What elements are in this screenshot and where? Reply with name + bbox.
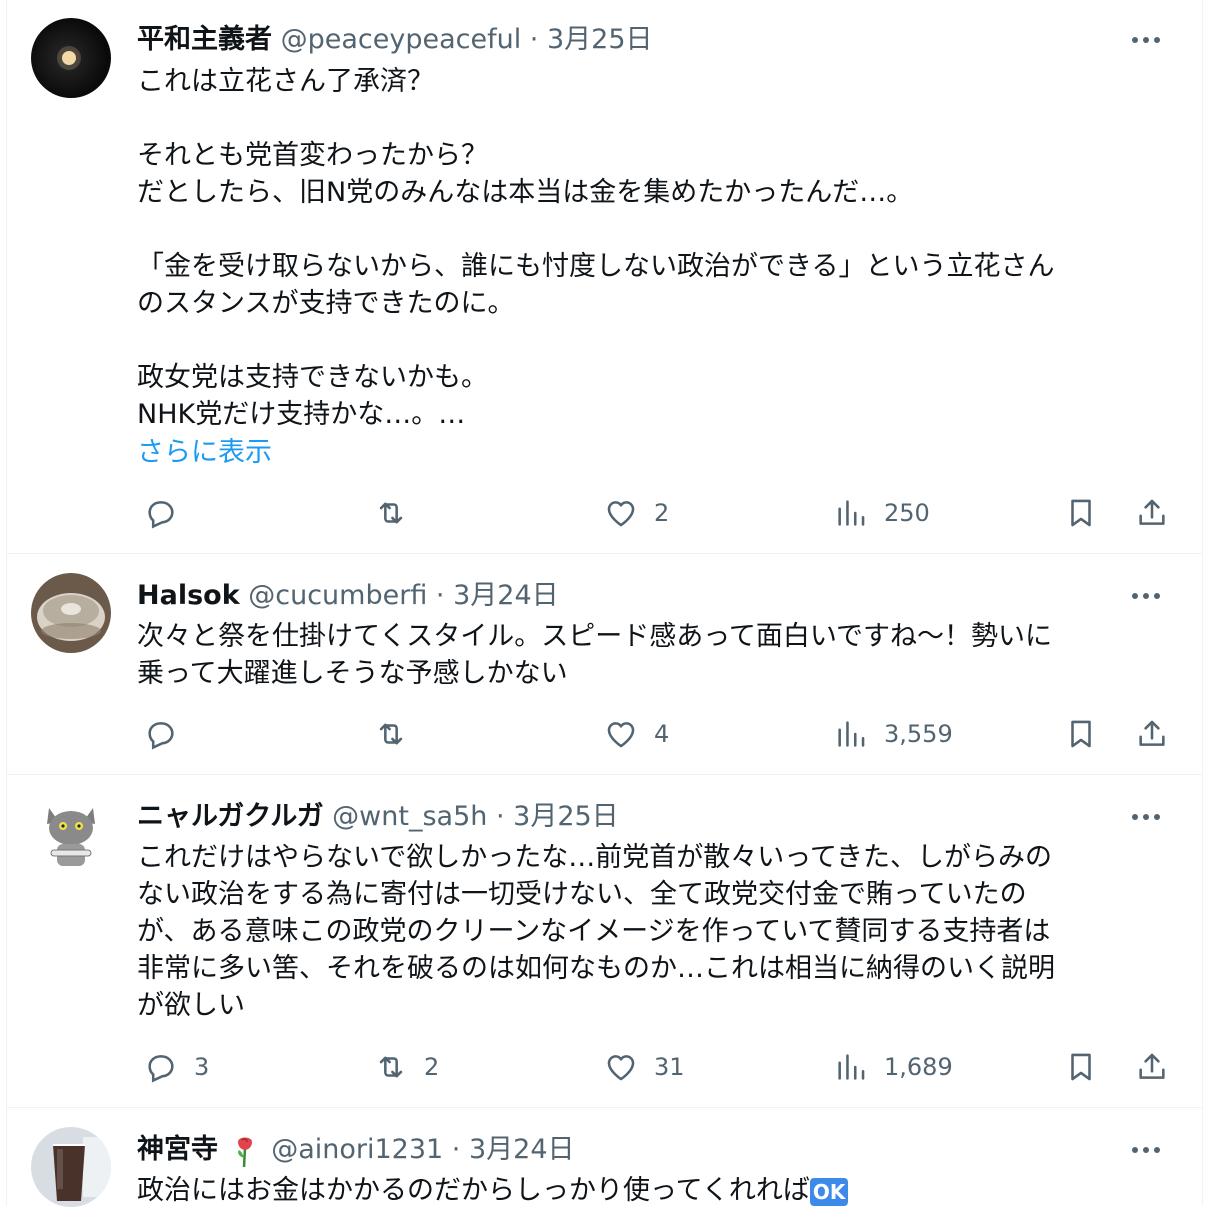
like-icon: [607, 722, 635, 748]
tweet-divider: [7, 1107, 1202, 1108]
reply-button[interactable]: [144, 493, 194, 533]
bookmark-icon: [1071, 499, 1091, 527]
bookmark-icon: [1071, 720, 1091, 748]
views-count: 3,559: [884, 720, 953, 748]
show-more-link[interactable]: さらに表示: [137, 434, 1172, 471]
tweet-date[interactable]: 3月24日: [453, 580, 559, 611]
timeline-border-right: [1202, 0, 1203, 1206]
more-icon[interactable]: [1128, 25, 1164, 55]
action-bar: 4 3,559: [137, 714, 1172, 754]
tweet-text: これだけはやらないで欲しかったな…前党首が散々いってきた、しがらみの ない政治を…: [137, 842, 1055, 1021]
user-handle[interactable]: @cucumberfi: [248, 580, 427, 611]
like-icon: [607, 1055, 635, 1081]
ok-emoji: OK: [809, 1177, 849, 1206]
reply-icon: [148, 501, 174, 529]
avatar-gray-cat: [31, 794, 111, 874]
tweet-date[interactable]: 3月25日: [547, 24, 653, 55]
tweet-header: 平和主義者 @peaceypeaceful · 3月25日: [137, 20, 653, 60]
avatar[interactable]: [31, 573, 111, 653]
bookmark-button[interactable]: [1064, 1047, 1098, 1087]
avatar[interactable]: [31, 18, 111, 98]
avatar-tea-bowl: [31, 573, 111, 653]
like-button[interactable]: 4: [604, 714, 669, 754]
views-icon: [838, 1054, 865, 1080]
reply-button[interactable]: [144, 714, 194, 754]
tweet-divider: [7, 774, 1202, 775]
share-icon: [1139, 720, 1165, 746]
retweet-count: 2: [424, 1053, 440, 1081]
user-handle[interactable]: @peaceypeaceful: [281, 24, 522, 55]
more-icon[interactable]: [1128, 1135, 1164, 1165]
tweet-text-container: 政治にはお金はかかるのだからしっかり使ってくれれば OK: [137, 1172, 1172, 1209]
retweet-button[interactable]: 2: [374, 1047, 439, 1087]
tweet-divider: [7, 553, 1202, 554]
action-bar: 3 2 31 1,689: [137, 1047, 1172, 1087]
like-button[interactable]: 31: [604, 1047, 685, 1087]
like-count: 2: [654, 499, 670, 527]
tweet-date[interactable]: 3月24日: [469, 1134, 575, 1165]
rose-emoji: [237, 1137, 252, 1167]
separator-dot: ·: [529, 24, 539, 55]
share-icon: [1139, 499, 1165, 525]
display-name[interactable]: ニャルガクルガ: [137, 801, 324, 832]
tweet-date[interactable]: 3月25日: [513, 801, 619, 832]
timeline-border-left: [6, 0, 7, 1206]
display-name[interactable]: 神宮寺: [137, 1134, 218, 1165]
retweet-button[interactable]: [374, 714, 424, 754]
user-handle[interactable]: @wnt_sa5h: [332, 801, 487, 832]
views-count: 1,689: [884, 1053, 953, 1081]
tweet-text: これは立花さん了承済？ それとも党首変わったから？ だとしたら、旧N党のみんなは…: [137, 66, 1055, 430]
share-button[interactable]: [1135, 493, 1169, 533]
like-count: 4: [654, 720, 670, 748]
bookmark-icon: [1071, 1053, 1091, 1081]
avatar[interactable]: [31, 794, 111, 874]
tweet-header: ニャルガクルガ @wnt_sa5h · 3月25日: [137, 797, 619, 837]
views-icon: [838, 500, 865, 526]
share-icon: [1139, 1053, 1165, 1079]
action-bar: 2 250: [137, 493, 1172, 533]
avatar-dark-moon: [31, 18, 111, 98]
separator-dot: ·: [451, 1134, 461, 1165]
more-icon[interactable]: [1128, 802, 1164, 832]
share-button[interactable]: [1135, 714, 1169, 754]
tweet-text: 次々と祭を仕掛けてくスタイル。スピード感あって面白いですね〜！勢いに 乗って大躍…: [137, 621, 1053, 689]
views-button[interactable]: 1,689: [834, 1047, 953, 1087]
share-button[interactable]: [1135, 1047, 1169, 1087]
retweet-button[interactable]: [374, 493, 424, 533]
reply-icon: [148, 1055, 174, 1083]
separator-dot: ·: [495, 801, 505, 832]
bookmark-button[interactable]: [1064, 714, 1098, 754]
tweet-header: Halsok @cucumberfi · 3月24日: [137, 576, 559, 616]
like-icon: [607, 501, 635, 527]
tweet-header: 神宮寺 @ainori1231 · 3月24日: [137, 1130, 575, 1170]
avatar[interactable]: [31, 1127, 111, 1207]
reply-button[interactable]: 3: [144, 1047, 209, 1087]
retweet-icon: [379, 723, 403, 745]
avatar-iced-coffee: [31, 1127, 111, 1207]
views-icon: [838, 721, 865, 747]
tweet-text: 政治にはお金はかかるのだからしっかり使ってくれれば: [137, 1175, 810, 1206]
views-count: 250: [884, 499, 930, 527]
like-button[interactable]: 2: [604, 493, 669, 533]
retweet-icon: [379, 1056, 403, 1078]
separator-dot: ·: [435, 580, 445, 611]
like-count: 31: [654, 1053, 685, 1081]
retweet-icon: [379, 502, 403, 524]
views-button[interactable]: 3,559: [834, 714, 953, 754]
bookmark-button[interactable]: [1064, 493, 1098, 533]
display-name[interactable]: 平和主義者: [137, 24, 272, 55]
views-button[interactable]: 250: [834, 493, 930, 533]
display-name[interactable]: Halsok: [137, 580, 240, 611]
reply-count: 3: [194, 1053, 210, 1081]
user-handle[interactable]: @ainori1231: [271, 1134, 443, 1165]
reply-icon: [148, 722, 174, 750]
more-icon[interactable]: [1128, 581, 1164, 611]
